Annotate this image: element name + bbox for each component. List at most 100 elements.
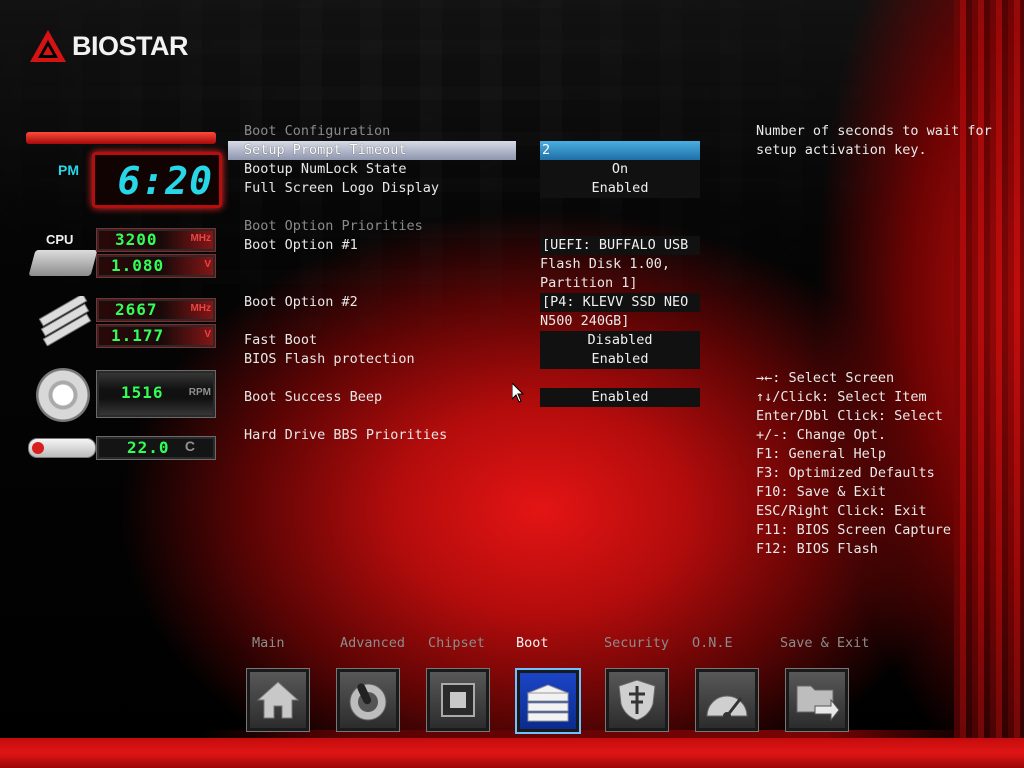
key-hint: +/-: Change Opt.: [756, 427, 887, 443]
thermometer-icon: [28, 438, 96, 458]
setting-label: Boot Success Beep: [244, 389, 383, 405]
help-line: setup activation key.: [756, 142, 927, 158]
fast-boot-value[interactable]: Disabled: [540, 331, 700, 350]
memory-module-icon: [38, 296, 92, 346]
key-hint: Enter/Dbl Click: Select: [756, 408, 943, 424]
setting-boot-success-beep[interactable]: Boot Success Beep Enabled: [244, 388, 704, 407]
tab-boot[interactable]: Boot: [516, 635, 549, 651]
speedometer-icon: [706, 695, 748, 720]
key-hint: ESC/Right Click: Exit: [756, 503, 927, 519]
folder-exit-icon: [796, 685, 840, 722]
setting-label: Boot Option #1: [244, 237, 358, 253]
key-hint: F11: BIOS Screen Capture: [756, 522, 952, 538]
shield-icon: [618, 679, 656, 721]
key-hint: ↑↓/Click: Select Item: [756, 389, 927, 405]
help-description: Number of seconds to wait for setup acti…: [756, 122, 1006, 160]
memory-frequency-unit: MHz: [190, 303, 211, 314]
tab-one[interactable]: O.N.E: [692, 635, 733, 651]
tab-chipset[interactable]: Chipset: [428, 635, 485, 651]
cpu-label: CPU: [46, 232, 74, 247]
cpu-frequency-value: 3200: [115, 230, 158, 249]
cpu-voltage-value: 1.080: [111, 256, 165, 275]
mouse-cursor-icon: [512, 383, 524, 403]
boot-success-beep-value[interactable]: Enabled: [540, 388, 700, 407]
stage-edge: [200, 730, 980, 738]
key-hint: →←: Select Screen: [756, 370, 895, 386]
boot-option-1-value-line3: Partition 1]: [540, 275, 638, 291]
setting-label: Fast Boot: [244, 332, 318, 348]
setting-label[interactable]: Hard Drive BBS Priorities: [244, 426, 447, 445]
brand-logo: BIOSTAR: [28, 28, 189, 64]
clock-period: PM: [58, 162, 79, 178]
bios-flash-protection-value[interactable]: Enabled: [540, 350, 700, 369]
logo-display-value[interactable]: Enabled: [540, 179, 700, 198]
biostar-logo-icon: [30, 30, 66, 62]
boot-option-1-value-line2: Flash Disk 1.00,: [540, 256, 671, 272]
setting-bootup-numlock-state[interactable]: Bootup NumLock State On: [244, 160, 704, 179]
memory-frequency-value: 2667: [115, 300, 158, 319]
cpu-voltage-readout: 1.080 V: [96, 254, 216, 278]
temperature-value: 22.0: [127, 438, 170, 457]
boot-option-2-value-line2: N500 240GB]: [540, 313, 630, 329]
setting-boot-option-2[interactable]: Boot Option #2 [P4: KLEVV SSD NEO: [244, 293, 704, 312]
temperature-unit: C: [184, 438, 195, 454]
setting-label: Bootup NumLock State: [244, 161, 407, 177]
drive-stack-icon: [526, 684, 570, 722]
group-title-boot-configuration: Boot Configuration: [244, 123, 391, 139]
setup-prompt-timeout-input[interactable]: 2: [540, 141, 700, 160]
key-hint: F3: Optimized Defaults: [756, 465, 935, 481]
setting-label: Setup Prompt Timeout: [244, 142, 407, 158]
tab-save-exit-button[interactable]: [785, 668, 849, 732]
setting-setup-prompt-timeout[interactable]: Setup Prompt Timeout 2: [228, 141, 704, 160]
clock-time: 6:20: [117, 159, 213, 203]
tab-main-button[interactable]: [246, 668, 310, 732]
setting-hard-drive-bbs-priorities[interactable]: Hard Drive BBS Priorities: [244, 426, 704, 445]
tab-boot-button[interactable]: [515, 668, 581, 734]
help-line: Number of seconds to wait for: [756, 123, 992, 139]
tab-chipset-button[interactable]: [426, 668, 490, 732]
memory-voltage-value: 1.177: [111, 326, 165, 345]
setting-label: Boot Option #2: [244, 294, 358, 310]
cpu-frequency-unit: MHz: [190, 233, 211, 244]
setting-label: BIOS Flash protection: [244, 351, 415, 367]
key-hint: F10: Save & Exit: [756, 484, 887, 500]
hardware-monitor-panel: PM 6:20 CPU 3200 MHz 1.080 V 2667 MHz 1.…: [26, 132, 222, 472]
tab-one-button[interactable]: [695, 668, 759, 732]
cpu-voltage-unit: V: [204, 259, 211, 270]
fan-icon: [36, 368, 90, 422]
tab-security-button[interactable]: [605, 668, 669, 732]
stage-floor: [0, 738, 1024, 768]
setting-bios-flash-protection[interactable]: BIOS Flash protection Enabled: [244, 350, 704, 369]
clock-display: 6:20: [92, 152, 222, 208]
setting-boot-option-1[interactable]: Boot Option #1 [UEFI: BUFFALO USB: [244, 236, 704, 255]
tab-security[interactable]: Security: [604, 635, 669, 651]
cpu-chip-icon: [28, 250, 98, 276]
fan-speed-unit: RPM: [188, 387, 211, 398]
temperature-readout: 22.0 C: [96, 436, 216, 460]
tab-advanced-button[interactable]: [336, 668, 400, 732]
numlock-value[interactable]: On: [540, 160, 700, 179]
setting-label: Full Screen Logo Display: [244, 180, 440, 196]
boot-option-1-value-line1[interactable]: [UEFI: BUFFALO USB: [540, 236, 700, 255]
key-hint: F12: BIOS Flash: [756, 541, 878, 557]
key-legend: →←: Select Screen ↑↓/Click: Select Item …: [756, 369, 1016, 559]
setting-fast-boot[interactable]: Fast Boot Disabled: [244, 331, 704, 350]
fan-speed-value: 1516: [121, 383, 164, 402]
home-icon: [256, 681, 300, 719]
memory-voltage-readout: 1.177 V: [96, 324, 216, 348]
tab-advanced[interactable]: Advanced: [340, 635, 405, 651]
memory-frequency-readout: 2667 MHz: [96, 298, 216, 322]
setting-full-screen-logo-display[interactable]: Full Screen Logo Display Enabled: [244, 179, 704, 198]
brand-name: BIOSTAR: [72, 30, 189, 61]
memory-voltage-unit: V: [204, 329, 211, 340]
tab-main[interactable]: Main: [252, 635, 285, 651]
tab-save-exit[interactable]: Save & Exit: [780, 635, 869, 651]
cpu-frequency-readout: 3200 MHz: [96, 228, 216, 252]
chip-icon: [441, 683, 475, 717]
joystick-icon: [349, 683, 387, 721]
boot-option-2-value-line1[interactable]: [P4: KLEVV SSD NEO: [540, 293, 700, 312]
monitor-top-bar: [26, 132, 216, 144]
fan-speed-readout: 1516 RPM: [96, 370, 216, 418]
group-title-boot-option-priorities: Boot Option Priorities: [244, 218, 423, 234]
key-hint: F1: General Help: [756, 446, 887, 462]
